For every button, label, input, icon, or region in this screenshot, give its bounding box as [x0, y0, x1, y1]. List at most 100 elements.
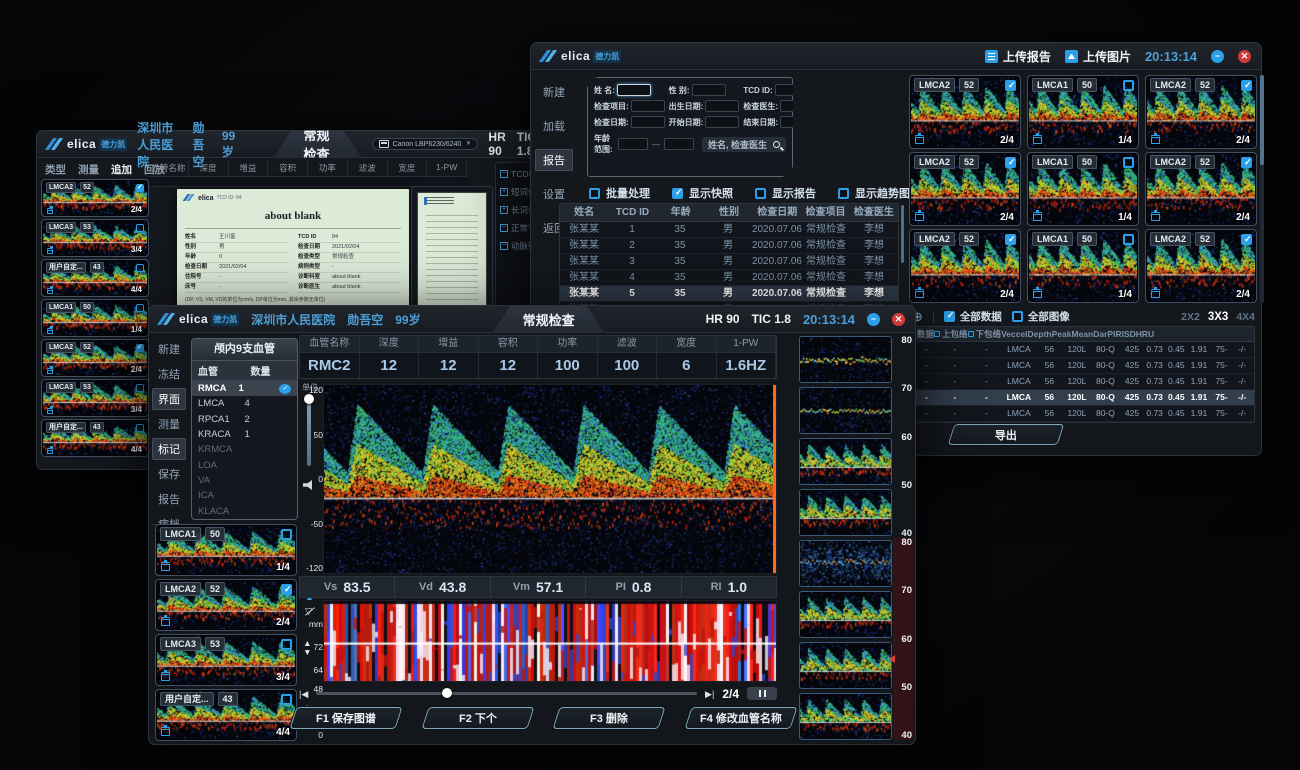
close-button[interactable]: ✕: [1238, 50, 1251, 63]
trash-icon[interactable]: [1033, 289, 1042, 298]
thumb-checkbox[interactable]: [1241, 157, 1252, 168]
filter-option[interactable]: 显示报告: [755, 185, 816, 201]
printer-select[interactable]: Canon LBP6230/6240 ▼: [372, 138, 479, 150]
channel-thumbnail[interactable]: [799, 540, 892, 587]
trash-icon[interactable]: [1033, 135, 1042, 144]
next-frame-icon[interactable]: ▶|: [705, 689, 714, 699]
vessel-row[interactable]: LOA✓: [192, 457, 297, 472]
measurement-row[interactable]: ----LMCA56120L80-Q4250.730.451.9175--/-: [890, 390, 1254, 406]
tab-item[interactable]: 测量: [78, 162, 99, 180]
spectral-display[interactable]: [323, 384, 777, 574]
snapshot-thumb[interactable]: LMCA150 1/4: [1027, 75, 1139, 149]
channel-thumbnail[interactable]: [799, 642, 892, 689]
patient-row[interactable]: 张某某235男2020.07.06常规检查李想: [560, 238, 898, 254]
tab-exam-mode[interactable]: 常规检查: [493, 306, 605, 333]
fkey-button[interactable]: F3 删除: [552, 707, 665, 729]
channel-thumbnail[interactable]: [799, 438, 892, 485]
trash-icon[interactable]: [915, 289, 924, 298]
trash-icon[interactable]: [47, 408, 53, 414]
form-input[interactable]: [631, 116, 665, 128]
thumb-checkbox[interactable]: [1005, 157, 1016, 168]
param-column[interactable]: 滤波100: [598, 336, 658, 378]
patient-row[interactable]: 张某某535男2020.07.06常规检查李想: [560, 286, 898, 302]
filter-option[interactable]: 显示趋势图: [838, 185, 910, 201]
snapshot-thumb[interactable]: 用户自定...43 4/4: [155, 689, 297, 741]
thumb-checkbox[interactable]: [1123, 80, 1134, 91]
measurement-row[interactable]: ----LMCA56120L80-Q4250.730.451.9175--/-: [890, 342, 1254, 358]
measurement-row[interactable]: ----LMCA56120L80-Q4250.730.451.9175--/-: [890, 406, 1254, 422]
mmode-display[interactable]: [323, 600, 777, 682]
patient-row[interactable]: 张某某135男2020.07.06常规检查李想: [560, 222, 898, 238]
channel-thumbnail[interactable]: [799, 489, 892, 536]
param-column[interactable]: 血管名称RMC2: [300, 336, 360, 378]
param-column[interactable]: 功率100: [538, 336, 598, 378]
sidebar-item[interactable]: 报告: [535, 149, 573, 171]
thumb-checkbox[interactable]: [1123, 234, 1134, 245]
thumb-checkbox[interactable]: [1123, 157, 1134, 168]
vessel-row[interactable]: ICA✓: [192, 488, 297, 503]
filter-icon[interactable]: ▽: [305, 606, 312, 617]
snapshot-thumb[interactable]: LMCA353 3/4: [41, 379, 149, 417]
trash-icon[interactable]: [47, 328, 53, 334]
fkey-button[interactable]: F1 保存图谱: [289, 707, 402, 729]
expand-icon[interactable]: +: [500, 206, 508, 214]
sidebar-item[interactable]: 加载: [535, 115, 573, 137]
thumb-checkbox[interactable]: [281, 584, 292, 595]
snapshot-thumb[interactable]: LMCA252 2/4: [909, 229, 1021, 303]
snapshot-thumb[interactable]: LMCA252 2/4: [1145, 229, 1257, 303]
snapshot-thumb[interactable]: LMCA252 2/4: [155, 579, 297, 631]
trash-icon[interactable]: [47, 448, 53, 454]
thumb-checkbox[interactable]: [136, 224, 144, 232]
vessel-row[interactable]: RPCA12✓: [192, 412, 297, 427]
trash-icon[interactable]: [1151, 289, 1160, 298]
param-column[interactable]: 增益12: [419, 336, 479, 378]
vessel-row[interactable]: LMCA4✓: [192, 396, 297, 411]
trash-icon[interactable]: [47, 368, 53, 374]
fkey-button[interactable]: F4 修改血管名称: [684, 707, 797, 729]
filter-option[interactable]: 显示快照: [672, 185, 733, 201]
pause-button[interactable]: [747, 687, 777, 700]
trash-icon[interactable]: [1151, 135, 1160, 144]
trash-icon[interactable]: [161, 672, 170, 681]
close-button[interactable]: ✕: [892, 313, 905, 326]
all-images-option[interactable]: 全部图像: [1012, 309, 1070, 324]
layout-option[interactable]: 2X2: [1181, 311, 1200, 323]
thumb-checkbox[interactable]: [1005, 234, 1016, 245]
measurement-row[interactable]: ----LMCA56120L80-Q4250.730.451.9175--/-: [890, 374, 1254, 390]
sidebar-item[interactable]: 新建: [535, 81, 573, 103]
playback-slider[interactable]: [316, 692, 697, 695]
thumb-checkbox[interactable]: [281, 639, 292, 650]
minimize-button[interactable]: −: [1211, 50, 1224, 63]
tab-item[interactable]: 追加: [111, 162, 132, 180]
snapshot-thumb[interactable]: LMCA252 2/4: [909, 75, 1021, 149]
expand-icon[interactable]: +: [500, 188, 508, 196]
trash-icon[interactable]: [915, 212, 924, 221]
form-input[interactable]: [705, 116, 739, 128]
thumb-checkbox[interactable]: [136, 304, 144, 312]
thumb-checkbox[interactable]: [281, 529, 292, 540]
vessel-row[interactable]: KRACA1✓: [192, 427, 297, 442]
vessel-row[interactable]: RMCA1✓: [192, 381, 297, 396]
patient-row[interactable]: 张某某335男2020.07.06常规检查李想: [560, 254, 898, 270]
thumb-checkbox[interactable]: [281, 694, 292, 705]
sidebar-item[interactable]: 界面: [152, 388, 186, 410]
param-column[interactable]: 容积12: [479, 336, 539, 378]
thumb-checkbox[interactable]: [136, 264, 144, 272]
filter-option[interactable]: 批量处理: [589, 185, 650, 201]
all-data-checkbox[interactable]: [944, 311, 955, 322]
tab-exam-mode[interactable]: 常规检查: [274, 131, 362, 158]
snapshot-thumb[interactable]: LMCA252 2/4: [909, 152, 1021, 226]
sidebar-item[interactable]: 报告: [152, 488, 186, 510]
trash-icon[interactable]: [161, 617, 170, 626]
form-input[interactable]: [631, 100, 665, 112]
sidebar-item[interactable]: 冻结: [152, 363, 186, 385]
vessel-row[interactable]: KLACA✓: [192, 503, 297, 518]
playback-knob[interactable]: [442, 688, 452, 698]
thumb-checkbox[interactable]: [136, 384, 144, 392]
snapshot-thumb[interactable]: 用户自定...43 4/4: [41, 419, 149, 457]
channel-thumbnail[interactable]: [799, 336, 892, 383]
form-input[interactable]: [705, 100, 739, 112]
thumb-checkbox[interactable]: [1241, 234, 1252, 245]
trash-icon[interactable]: [161, 562, 170, 571]
snapshot-thumb[interactable]: LMCA150 1/4: [1027, 152, 1139, 226]
